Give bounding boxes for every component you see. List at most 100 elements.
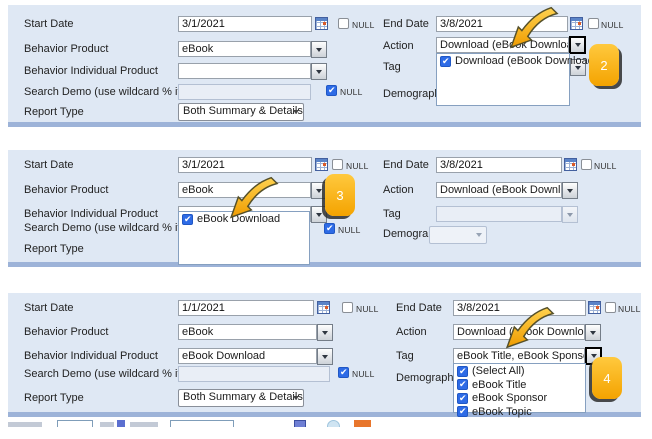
demographic-select	[429, 226, 487, 244]
footer-select[interactable]	[170, 420, 234, 427]
end-date-input[interactable]	[436, 157, 562, 173]
dropdown-option[interactable]: eBook Topic	[454, 405, 585, 419]
start-date-null-checkbox[interactable]	[338, 18, 349, 29]
checked-checkbox-icon[interactable]	[457, 406, 468, 417]
search-demo-null-label: NULL	[340, 87, 363, 97]
report-type-select[interactable]: Both Summary & Details	[178, 103, 304, 121]
tag-label: Tag	[383, 61, 401, 73]
calendar-icon[interactable]	[588, 301, 601, 314]
dropdown-option-label: (Select All)	[472, 365, 525, 377]
action-label: Action	[383, 40, 414, 52]
start-date-label: Start Date	[24, 159, 74, 171]
behavior-product-select[interactable]: eBook	[178, 41, 311, 57]
report-type-label: Report Type	[24, 243, 84, 255]
checked-checkbox-icon[interactable]	[457, 393, 468, 404]
action-label: Action	[396, 326, 427, 338]
chevron-down-icon	[562, 206, 578, 223]
action-dropdown-list: Download (eBook Download)	[436, 53, 570, 106]
search-demo-null-checkbox[interactable]	[326, 85, 337, 96]
dropdown-option[interactable]: eBook Title	[454, 378, 585, 392]
calendar-icon[interactable]	[317, 301, 330, 314]
behavior-product-label: Behavior Product	[24, 43, 108, 55]
end-date-null-checkbox[interactable]	[588, 18, 599, 29]
dropdown-option-label: Download (eBook Download)	[455, 55, 597, 67]
report-type-select[interactable]: Both Summary & Details	[178, 389, 304, 407]
blue-square-icon[interactable]	[294, 420, 306, 427]
clipped-text	[8, 422, 42, 427]
clipped-text	[100, 422, 114, 427]
end-date-label: End Date	[383, 18, 429, 30]
tag-select	[436, 206, 562, 222]
end-date-null-label: NULL	[594, 161, 617, 171]
demographic-label: Demographic	[396, 372, 461, 384]
search-demo-input	[178, 84, 311, 100]
report-type-label: Report Type	[24, 392, 84, 404]
behavior-individual-product-label: Behavior Individual Product	[24, 208, 158, 220]
orange-export-icon[interactable]	[354, 420, 371, 427]
globe-icon[interactable]	[327, 420, 340, 427]
behavior-individual-product-label: Behavior Individual Product	[24, 350, 158, 362]
dropdown-option-label: eBook Topic	[472, 406, 532, 418]
end-date-null-checkbox[interactable]	[605, 302, 616, 313]
chevron-down-icon[interactable]	[311, 63, 327, 80]
annotation-arrow-icon	[502, 306, 558, 350]
end-date-label: End Date	[396, 302, 442, 314]
start-date-null-label: NULL	[356, 304, 379, 314]
behavior-individual-product-select[interactable]	[178, 63, 311, 79]
tag-label: Tag	[383, 208, 401, 220]
chevron-down-icon[interactable]	[569, 36, 586, 54]
end-date-null-checkbox[interactable]	[581, 159, 592, 170]
report-filter-screens: Start Date NULL Behavior Product eBook B…	[0, 0, 652, 439]
calendar-icon[interactable]	[315, 158, 328, 171]
dropdown-option[interactable]: (Select All)	[454, 364, 585, 378]
start-date-input[interactable]	[178, 16, 312, 32]
annotation-arrow-icon	[506, 6, 562, 50]
dropdown-option[interactable]: Download (eBook Download)	[437, 54, 569, 68]
footer-input[interactable]	[57, 420, 93, 427]
chevron-down-icon[interactable]	[317, 348, 333, 365]
start-date-input[interactable]	[178, 157, 312, 173]
calendar-icon[interactable]	[564, 158, 577, 171]
behavior-product-select[interactable]: eBook	[178, 324, 317, 340]
chevron-down-icon[interactable]	[317, 324, 333, 341]
end-date-null-label: NULL	[601, 20, 624, 30]
chevron-down-icon[interactable]	[562, 182, 578, 199]
blue-glyph-icon	[117, 420, 125, 427]
start-date-null-label: NULL	[352, 20, 375, 30]
chevron-down-icon[interactable]	[311, 41, 327, 58]
clipped-text	[130, 422, 158, 427]
tag-select[interactable]: eBook Title, eBook Sponsor, eBook	[453, 348, 585, 364]
behavior-individual-product-select[interactable]: eBook Download	[178, 348, 317, 364]
action-label: Action	[383, 184, 414, 196]
checked-checkbox-icon[interactable]	[440, 56, 451, 67]
end-date-null-label: NULL	[618, 304, 641, 314]
checked-checkbox-icon[interactable]	[457, 379, 468, 390]
action-select[interactable]: Download (eBook Download)	[436, 182, 562, 198]
checked-checkbox-icon[interactable]	[182, 214, 193, 225]
search-demo-null-label: NULL	[338, 225, 361, 235]
behavior-product-label: Behavior Product	[24, 326, 108, 338]
clipped-footer-toolbar	[0, 419, 652, 427]
annotation-arrow-icon	[226, 176, 282, 220]
dropdown-option-label: eBook Sponsor	[472, 392, 547, 404]
behavior-product-label: Behavior Product	[24, 184, 108, 196]
search-demo-null-checkbox[interactable]	[338, 367, 349, 378]
search-demo-null-label: NULL	[352, 369, 375, 379]
callout-badge-2: 2	[589, 44, 619, 86]
search-demo-null-checkbox[interactable]	[324, 223, 335, 234]
checked-checkbox-icon[interactable]	[457, 366, 468, 377]
dropdown-option[interactable]: eBook Sponsor	[454, 391, 585, 405]
end-date-label: End Date	[383, 159, 429, 171]
start-date-null-checkbox[interactable]	[332, 159, 343, 170]
search-demo-input	[178, 366, 330, 382]
calendar-icon[interactable]	[570, 17, 583, 30]
callout-badge-4: 4	[592, 357, 622, 399]
start-date-null-checkbox[interactable]	[342, 302, 353, 313]
start-date-input[interactable]	[178, 300, 314, 316]
behavior-individual-product-label: Behavior Individual Product	[24, 65, 158, 77]
start-date-label: Start Date	[24, 18, 74, 30]
start-date-null-label: NULL	[346, 161, 369, 171]
chevron-down-icon[interactable]	[585, 324, 601, 341]
calendar-icon[interactable]	[315, 17, 328, 30]
callout-badge-3: 3	[325, 174, 355, 216]
